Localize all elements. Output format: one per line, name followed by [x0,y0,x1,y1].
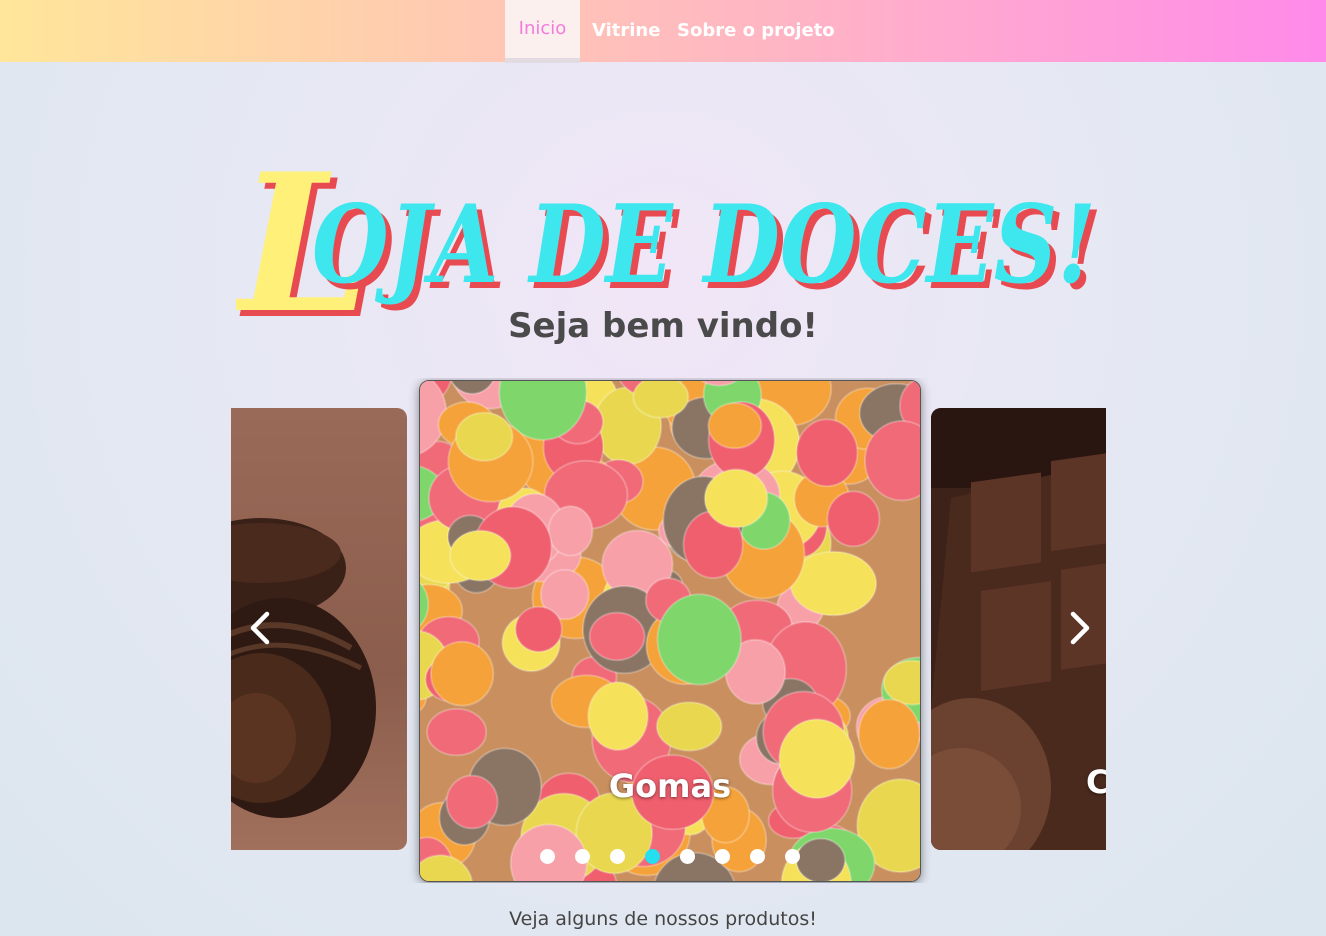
carousel-indicator-dot[interactable] [750,849,765,864]
nav-item-inicio[interactable]: Inicio [505,0,580,63]
welcome-subtitle: Seja bem vindo! [508,306,818,346]
carousel-indicator-dot[interactable] [575,849,590,864]
carousel-indicator-dot[interactable] [610,849,625,864]
gummy-candy [655,701,723,752]
carousel-slide-active[interactable]: Gomas [419,380,921,882]
gummy-candy [826,490,881,548]
gummy-candy [707,402,763,450]
gummy-candy [632,381,690,419]
gummy-candy [449,529,512,582]
carousel-prev-button[interactable] [241,608,281,648]
chevron-left-icon [250,611,270,645]
gummy-candy [454,411,514,462]
nav-item-vitrine[interactable]: Vitrine [592,0,660,62]
carousel-indicator-dot[interactable] [785,849,800,864]
gummy-candy [429,640,495,707]
carousel-indicators [420,849,920,864]
carousel-indicator-dot[interactable] [540,849,555,864]
gummy-candy [588,611,646,662]
gummy-candy [857,698,920,770]
gummy-candy [795,418,859,488]
gummy-candy [587,681,649,752]
product-carousel: C Gomas [231,378,1106,883]
carousel-indicator-dot[interactable] [645,849,660,864]
gummy-candy [703,468,769,529]
carousel-next-button[interactable] [1059,608,1099,648]
title-rest: OJA DE DOCES! [312,182,1096,308]
top-navbar: Inicio Vitrine Sobre o projeto [0,0,1326,63]
chevron-right-icon [1070,611,1090,645]
slide-caption: Gomas [608,767,732,805]
nav-item-sobre-o-projeto[interactable]: Sobre o projeto [677,0,835,62]
gummy-candy [514,605,563,653]
carousel-indicator-dot[interactable] [680,849,695,864]
products-intro-text: Veja alguns de nossos produtos! [509,908,817,930]
gummy-candy [547,505,594,557]
carousel-indicator-dot[interactable] [715,849,730,864]
slide-next-caption: C [1086,763,1106,801]
gummy-candy [656,593,743,686]
gummy-candy [426,707,488,757]
gummies-image [420,381,920,881]
